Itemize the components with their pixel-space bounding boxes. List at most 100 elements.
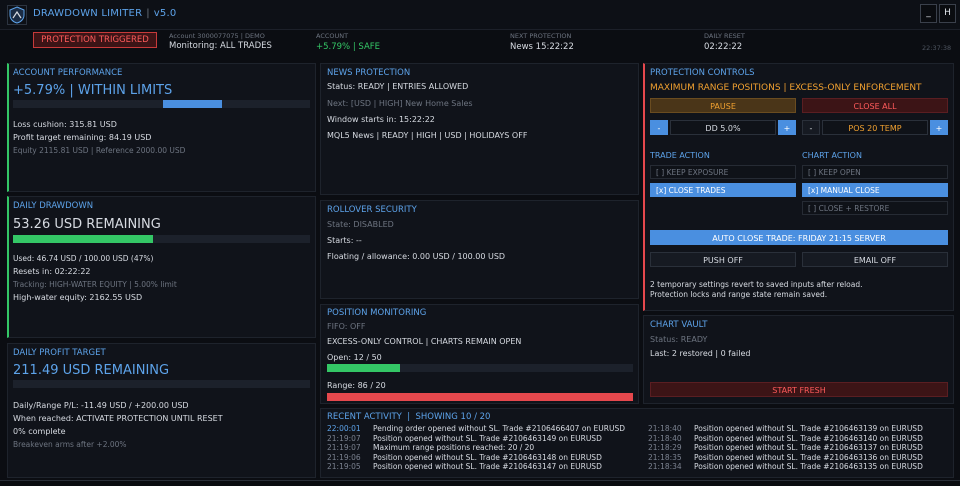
daily-drawdown-title: DAILY DRAWDOWN xyxy=(13,201,94,211)
position-monitoring-title: POSITION MONITORING xyxy=(327,308,427,318)
activity-time: 21:19:07 xyxy=(327,433,361,443)
daily-reset-value: 02:22:22 xyxy=(704,42,743,52)
activity-row: 21:18:35 Position opened without SL. Trad… xyxy=(648,453,953,463)
close-trades-option[interactable]: [x] CLOSE TRADES xyxy=(650,183,796,197)
keep-open-option[interactable]: [ ] KEEP OPEN xyxy=(802,165,948,179)
activity-row: 21:19:07 Position opened without SL. Trad… xyxy=(327,434,639,444)
close-restore-option[interactable]: [ ] CLOSE + RESTORE xyxy=(802,201,948,215)
activity-list-left: 22:00:01 Pending order opened without SL.… xyxy=(327,424,639,472)
activity-text: Position opened without SL. Trade #21064… xyxy=(694,424,923,433)
activity-row: 21:19:05 Position opened without SL. Trad… xyxy=(327,462,639,472)
drawdown-used: Used: 46.74 USD / 100.00 USD (47%) xyxy=(13,254,154,263)
app-version: v5.0 xyxy=(153,8,177,19)
pos-increase-button[interactable]: + xyxy=(930,120,948,135)
account-id-label: Account 3000077075 | DEMO xyxy=(169,32,265,40)
hide-button[interactable]: H xyxy=(939,4,956,23)
activity-text: Position opened without SL. Trade #21064… xyxy=(694,452,923,462)
account-performance-headline: +5.79% | WITHIN LIMITS xyxy=(13,83,173,98)
drawdown-resets: Resets in: 02:22:22 xyxy=(13,267,91,276)
daily-reset-heading: DAILY RESET xyxy=(704,32,745,40)
start-fresh-button[interactable]: START FRESH xyxy=(650,382,948,397)
activity-row: 21:18:40 Position opened without SL. Trad… xyxy=(648,434,953,444)
temporary-settings-note: 2 temporary settings revert to saved inp… xyxy=(650,280,863,289)
pos-value-field[interactable]: POS 20 TEMP xyxy=(822,120,928,135)
account-performance-bar-fill xyxy=(163,100,223,108)
news-status: Status: READY | ENTRIES ALLOWED xyxy=(327,82,469,91)
clock: 22:37:38 xyxy=(922,44,952,52)
keep-exposure-option[interactable]: [ ] KEEP EXPOSURE xyxy=(650,165,796,179)
news-source: MQL5 News | READY | HIGH | USD | HOLIDAY… xyxy=(327,131,528,140)
equity-line: Equity 2115.81 USD | Reference 2000.00 U… xyxy=(13,146,186,155)
rollover-title: ROLLOVER SECURITY xyxy=(327,205,417,215)
daily-range-pl: Daily/Range P/L: -11.49 USD / +200.00 US… xyxy=(13,401,189,410)
pause-button[interactable]: PAUSE xyxy=(650,98,796,113)
activity-row: 22:00:01 Pending order opened without SL.… xyxy=(327,424,639,434)
account-performance-title: ACCOUNT PERFORMANCE xyxy=(13,68,123,78)
news-window: Window starts in: 15:22:22 xyxy=(327,115,435,124)
chart-vault-title: CHART VAULT xyxy=(650,320,708,330)
activity-row: 21:18:40 Position opened without SL. Trad… xyxy=(648,424,953,434)
dd-increase-button[interactable]: + xyxy=(778,120,796,135)
app-title: DRAWDOWN LIMITER | v5.0 xyxy=(33,8,176,19)
next-protection-heading: NEXT PROTECTION xyxy=(510,32,572,40)
activity-time: 21:19:07 xyxy=(327,443,361,453)
open-positions-bar xyxy=(327,364,633,372)
activity-text: Position opened without SL. Trade #21064… xyxy=(694,462,923,472)
push-toggle-button[interactable]: PUSH OFF xyxy=(650,252,796,267)
chart-vault-last: Last: 2 restored | 0 failed xyxy=(650,349,751,358)
daily-profit-bar xyxy=(13,380,310,388)
activity-time: 21:18:35 xyxy=(648,452,682,462)
range-positions: Range: 86 / 20 xyxy=(327,381,386,390)
activity-row: 21:19:06 Position opened without SL. Trad… xyxy=(327,453,639,463)
profit-remaining: Profit target remaining: 84.19 USD xyxy=(13,133,152,142)
recent-activity-title: RECENT ACTIVITY | SHOWING 10 / 20 xyxy=(327,412,491,422)
activity-text: Position opened without SL. Trade #21064… xyxy=(373,452,602,462)
activity-row: 21:18:29 Position opened without SL. Trad… xyxy=(648,443,953,453)
taskbar xyxy=(0,480,960,486)
chart-action-title: CHART ACTION xyxy=(802,151,862,160)
dd-value-field[interactable]: DD 5.0% xyxy=(670,120,776,135)
shield-logo-icon xyxy=(7,5,27,25)
activity-time: 21:18:40 xyxy=(648,433,682,443)
activity-time: 22:00:01 xyxy=(327,424,361,433)
breakeven-note: Breakeven arms after +2.00% xyxy=(13,440,127,449)
loss-cushion: Loss cushion: 315.81 USD xyxy=(13,120,117,129)
daily-drawdown-headline: 53.26 USD REMAINING xyxy=(13,217,161,232)
chart-vault-status: Status: READY xyxy=(650,335,708,344)
app-name: DRAWDOWN LIMITER xyxy=(33,8,143,19)
close-all-button[interactable]: CLOSE ALL xyxy=(802,98,948,113)
daily-profit-headline: 211.49 USD REMAINING xyxy=(13,363,170,378)
email-toggle-button[interactable]: EMAIL OFF xyxy=(802,252,948,267)
activity-text: Position opened without SL. Trade #21064… xyxy=(373,433,602,443)
activity-time: 21:19:05 xyxy=(327,462,361,472)
pos-decrease-button[interactable]: - xyxy=(802,120,820,135)
daily-drawdown-bar-fill xyxy=(13,235,153,243)
activity-time: 21:18:29 xyxy=(648,443,682,453)
minimize-button[interactable]: _ xyxy=(920,4,937,23)
manual-close-option[interactable]: [x] MANUAL CLOSE xyxy=(802,183,948,197)
activity-text: Maximum range positions reached: 20 / 20 xyxy=(373,443,535,453)
account-value: +5.79% | SAFE xyxy=(316,42,381,52)
fifo-status: FIFO: OFF xyxy=(327,322,366,331)
activity-time: 21:18:34 xyxy=(648,462,682,472)
auto-close-trade-button[interactable]: AUTO CLOSE TRADE: FRIDAY 21:15 SERVER xyxy=(650,230,948,245)
profit-complete: 0% complete xyxy=(13,427,66,436)
high-water-equity: High-water equity: 2162.55 USD xyxy=(13,293,143,302)
position-mode: EXCESS-ONLY CONTROL | CHARTS REMAIN OPEN xyxy=(327,337,522,346)
news-next: Next: [USD | HIGH] New Home Sales xyxy=(327,99,473,108)
controls-subtitle: MAXIMUM RANGE POSITIONS | EXCESS-ONLY EN… xyxy=(650,83,922,93)
activity-time: 21:18:40 xyxy=(648,424,682,433)
rollover-starts: Starts: -- xyxy=(327,236,362,245)
daily-profit-title: DAILY PROFIT TARGET xyxy=(13,348,106,358)
range-positions-bar-fill xyxy=(327,393,633,401)
when-reached: When reached: ACTIVATE PROTECTION UNTIL … xyxy=(13,414,223,423)
open-positions: Open: 12 / 50 xyxy=(327,353,382,362)
dd-decrease-button[interactable]: - xyxy=(650,120,668,135)
activity-text: Position opened without SL. Trade #21064… xyxy=(694,433,923,443)
rollover-state: State: DISABLED xyxy=(327,220,394,229)
activity-text: Position opened without SL. Trade #21064… xyxy=(373,462,602,472)
news-protection-title: NEWS PROTECTION xyxy=(327,68,411,78)
open-positions-bar-fill xyxy=(327,364,401,372)
account-heading: ACCOUNT xyxy=(316,32,349,40)
monitoring-label: Monitoring: ALL TRADES xyxy=(169,41,272,51)
